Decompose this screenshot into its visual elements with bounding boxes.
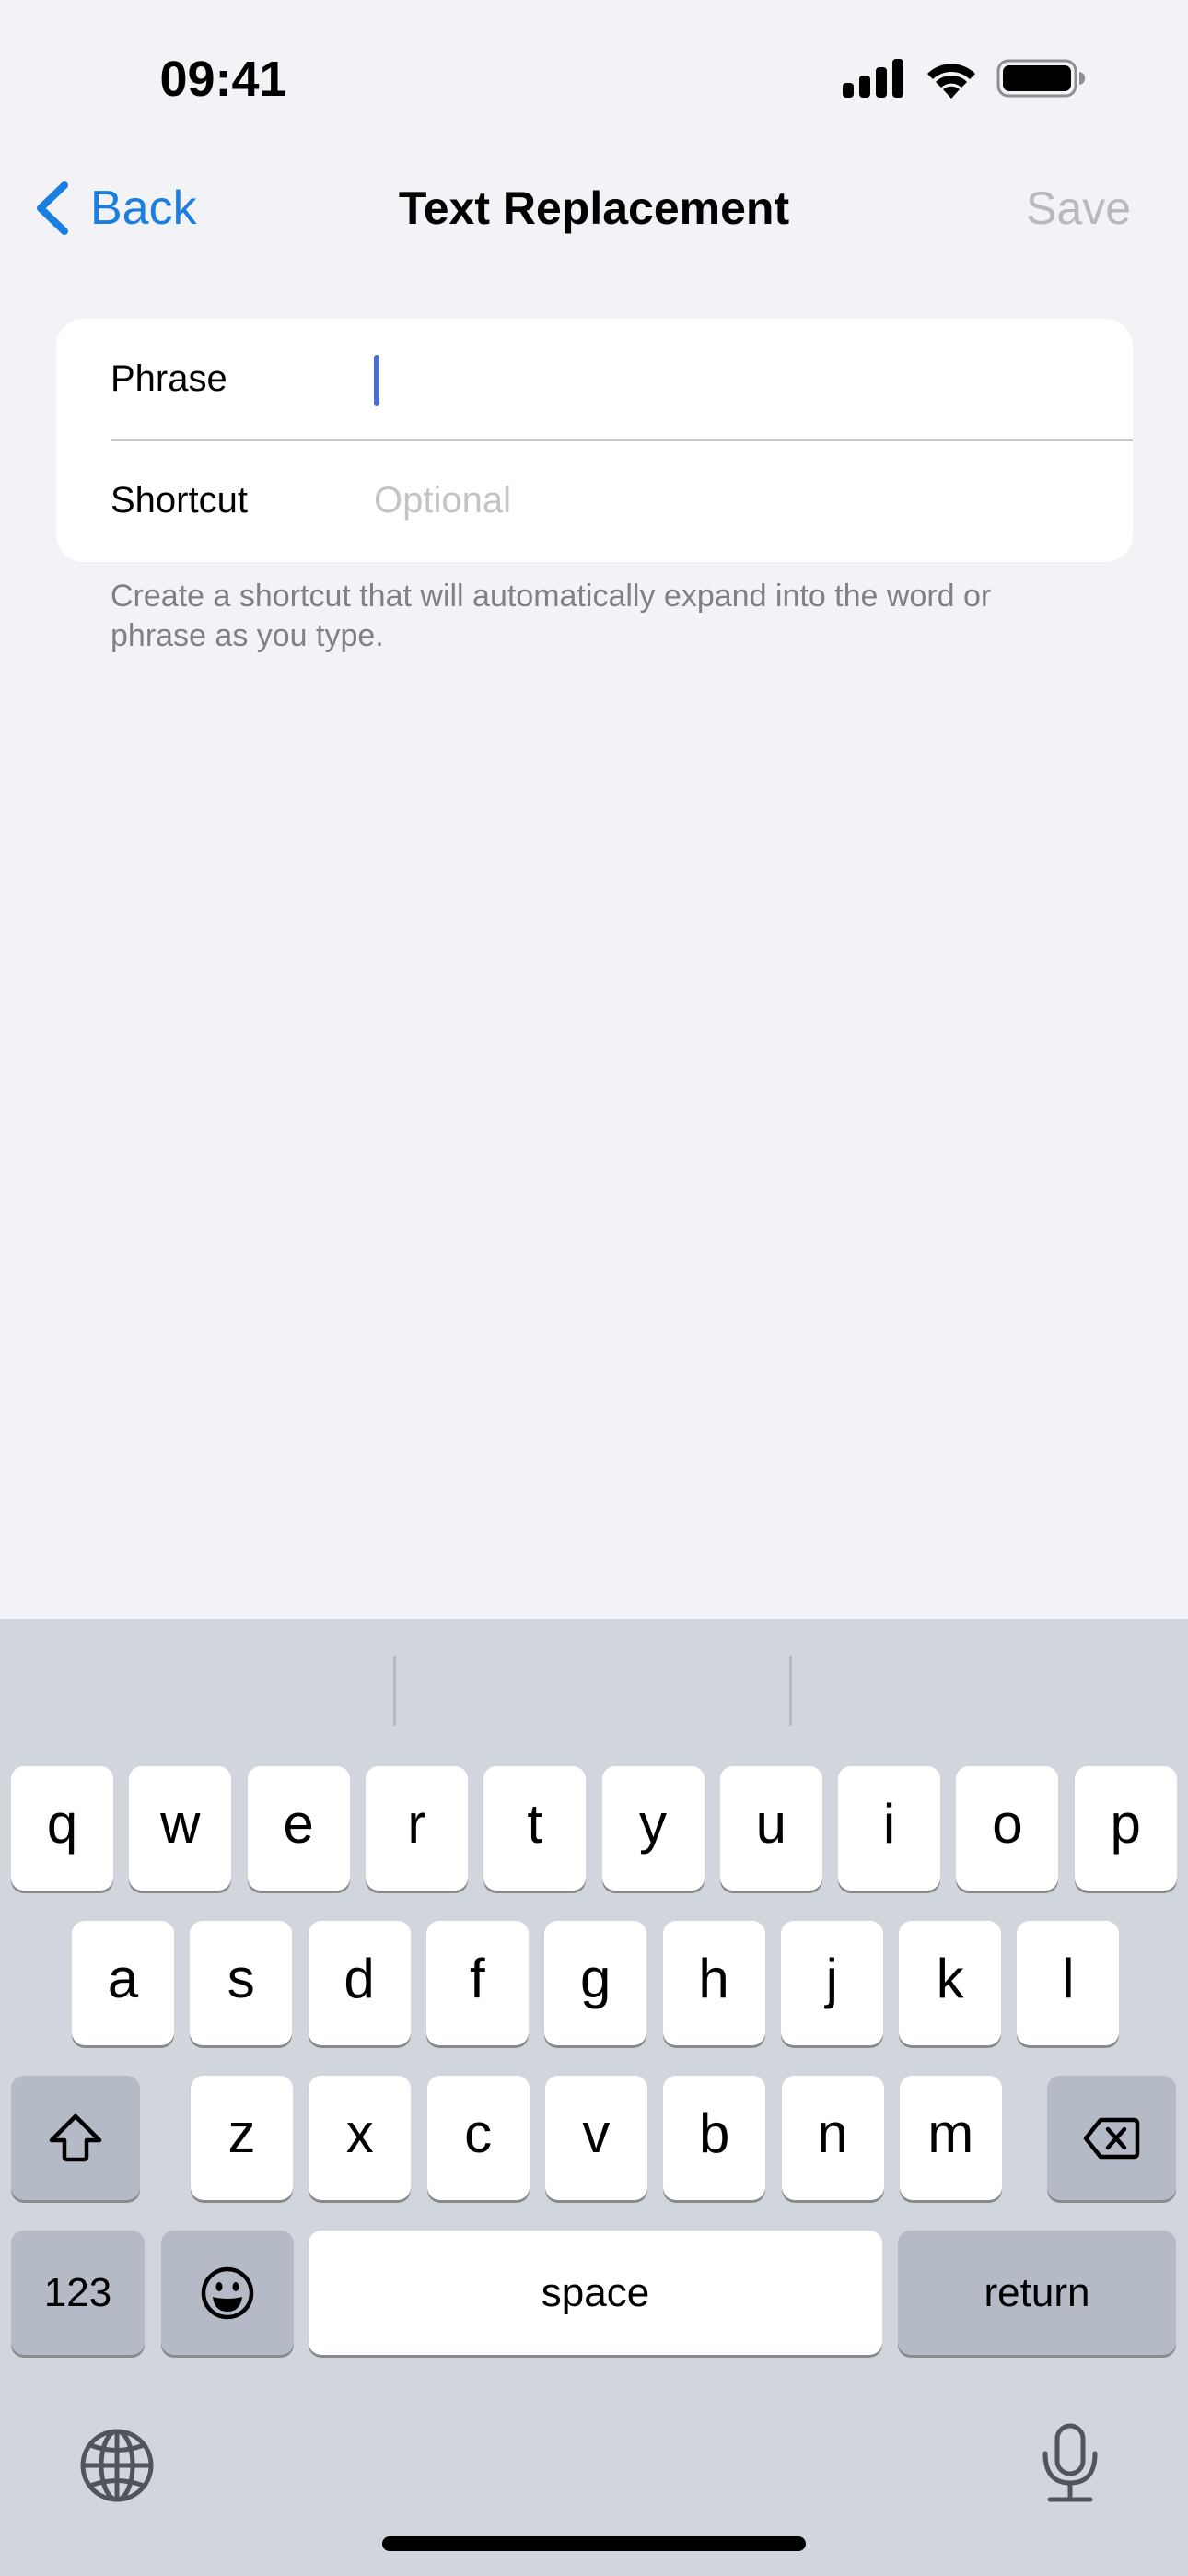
delete-key[interactable] — [1047, 2076, 1176, 2200]
key-label: i — [882, 1792, 896, 1855]
key-p[interactable]: p — [1074, 1766, 1177, 1891]
key-v[interactable]: v — [544, 2076, 647, 2200]
microphone-icon[interactable] — [1041, 2422, 1100, 2505]
key-q[interactable]: q — [11, 1766, 113, 1891]
text-replacement-form: Phrase Shortcut — [56, 319, 1133, 562]
key-z[interactable]: z — [191, 2076, 293, 2200]
key-y[interactable]: y — [601, 1766, 705, 1891]
key-label: x — [345, 2102, 374, 2164]
key-m[interactable]: m — [899, 2076, 1002, 2200]
emoji-key[interactable] — [161, 2231, 294, 2355]
key-label: f — [470, 1947, 485, 2009]
key-label: v — [582, 2102, 611, 2164]
key-s[interactable]: s — [190, 1921, 293, 2045]
save-button[interactable]: Save — [1026, 180, 1131, 237]
form-footer-hint: Create a shortcut that will automaticall… — [111, 579, 992, 653]
phrase-input[interactable] — [374, 346, 1105, 412]
key-label: o — [992, 1792, 1023, 1855]
globe-icon[interactable] — [79, 2428, 155, 2503]
battery-icon — [996, 59, 1085, 98]
shortcut-input[interactable] — [374, 468, 1105, 533]
key-label: r — [407, 1792, 426, 1855]
key-label: w — [160, 1792, 201, 1855]
numbers-key[interactable]: 123 — [11, 2231, 145, 2355]
key-label: y — [639, 1792, 667, 1855]
text-cursor — [374, 355, 379, 406]
shift-icon — [49, 2113, 102, 2161]
wifi-icon — [927, 64, 975, 99]
key-label: j — [825, 1947, 838, 2009]
key-label: g — [580, 1947, 611, 2009]
key-label: s — [227, 1947, 255, 2009]
key-label: d — [344, 1947, 375, 2009]
key-e[interactable]: e — [247, 1766, 350, 1891]
key-r[interactable]: r — [365, 1766, 468, 1891]
key-label: l — [1062, 1947, 1075, 2009]
cellular-signal-icon — [843, 59, 903, 98]
suggestion-divider — [789, 1656, 792, 1726]
keyboard: q w e r t y u i o p a s d f g h j k l z x c v b n m 123 space r… — [0, 1619, 1188, 2576]
shortcut-label: Shortcut — [111, 480, 248, 521]
key-x[interactable]: x — [309, 2076, 412, 2200]
key-d[interactable]: d — [308, 1921, 411, 2045]
key-h[interactable]: h — [662, 1921, 765, 2045]
delete-backward-icon — [1083, 2117, 1140, 2159]
key-c[interactable]: c — [426, 2076, 530, 2200]
emoji-icon — [201, 2266, 254, 2319]
key-j[interactable]: j — [780, 1921, 883, 2045]
key-label: n — [817, 2102, 848, 2164]
key-label: e — [283, 1792, 314, 1855]
phrase-row: Phrase — [56, 319, 1133, 439]
status-time: 09:41 — [159, 52, 287, 107]
key-i[interactable]: i — [838, 1766, 941, 1891]
key-label: m — [927, 2102, 974, 2164]
key-label: b — [699, 2102, 730, 2164]
numbers-key-label: 123 — [43, 2269, 112, 2315]
return-key-label: return — [984, 2269, 1090, 2315]
shift-key[interactable] — [11, 2076, 140, 2200]
key-a[interactable]: a — [72, 1921, 174, 2045]
key-label: u — [755, 1792, 786, 1855]
key-label: z — [227, 2102, 256, 2164]
key-label: h — [698, 1947, 729, 2009]
home-indicator — [382, 2536, 806, 2551]
key-label: q — [46, 1792, 78, 1855]
key-u[interactable]: u — [719, 1766, 822, 1891]
key-g[interactable]: g — [544, 1921, 647, 2045]
key-label: a — [107, 1947, 139, 2009]
key-k[interactable]: k — [899, 1921, 1002, 2045]
suggestion-divider — [393, 1656, 396, 1726]
key-f[interactable]: f — [425, 1921, 529, 2045]
return-key[interactable]: return — [898, 2231, 1176, 2355]
key-b[interactable]: b — [663, 2076, 766, 2200]
back-label: Back — [90, 181, 197, 235]
key-label: k — [936, 1947, 964, 2009]
key-t[interactable]: t — [483, 1766, 587, 1891]
key-label: p — [1110, 1792, 1141, 1855]
chevron-left-icon — [37, 181, 68, 235]
key-label: t — [527, 1792, 543, 1855]
space-key-label: space — [541, 2269, 650, 2315]
key-l[interactable]: l — [1017, 1921, 1120, 2045]
key-w[interactable]: w — [129, 1766, 232, 1891]
shortcut-row: Shortcut — [56, 440, 1133, 561]
phrase-label: Phrase — [111, 358, 227, 399]
back-button[interactable]: Back — [31, 175, 197, 241]
space-key[interactable]: space — [309, 2231, 882, 2355]
key-label: c — [464, 2102, 493, 2164]
key-o[interactable]: o — [956, 1766, 1059, 1891]
key-n[interactable]: n — [781, 2076, 884, 2200]
